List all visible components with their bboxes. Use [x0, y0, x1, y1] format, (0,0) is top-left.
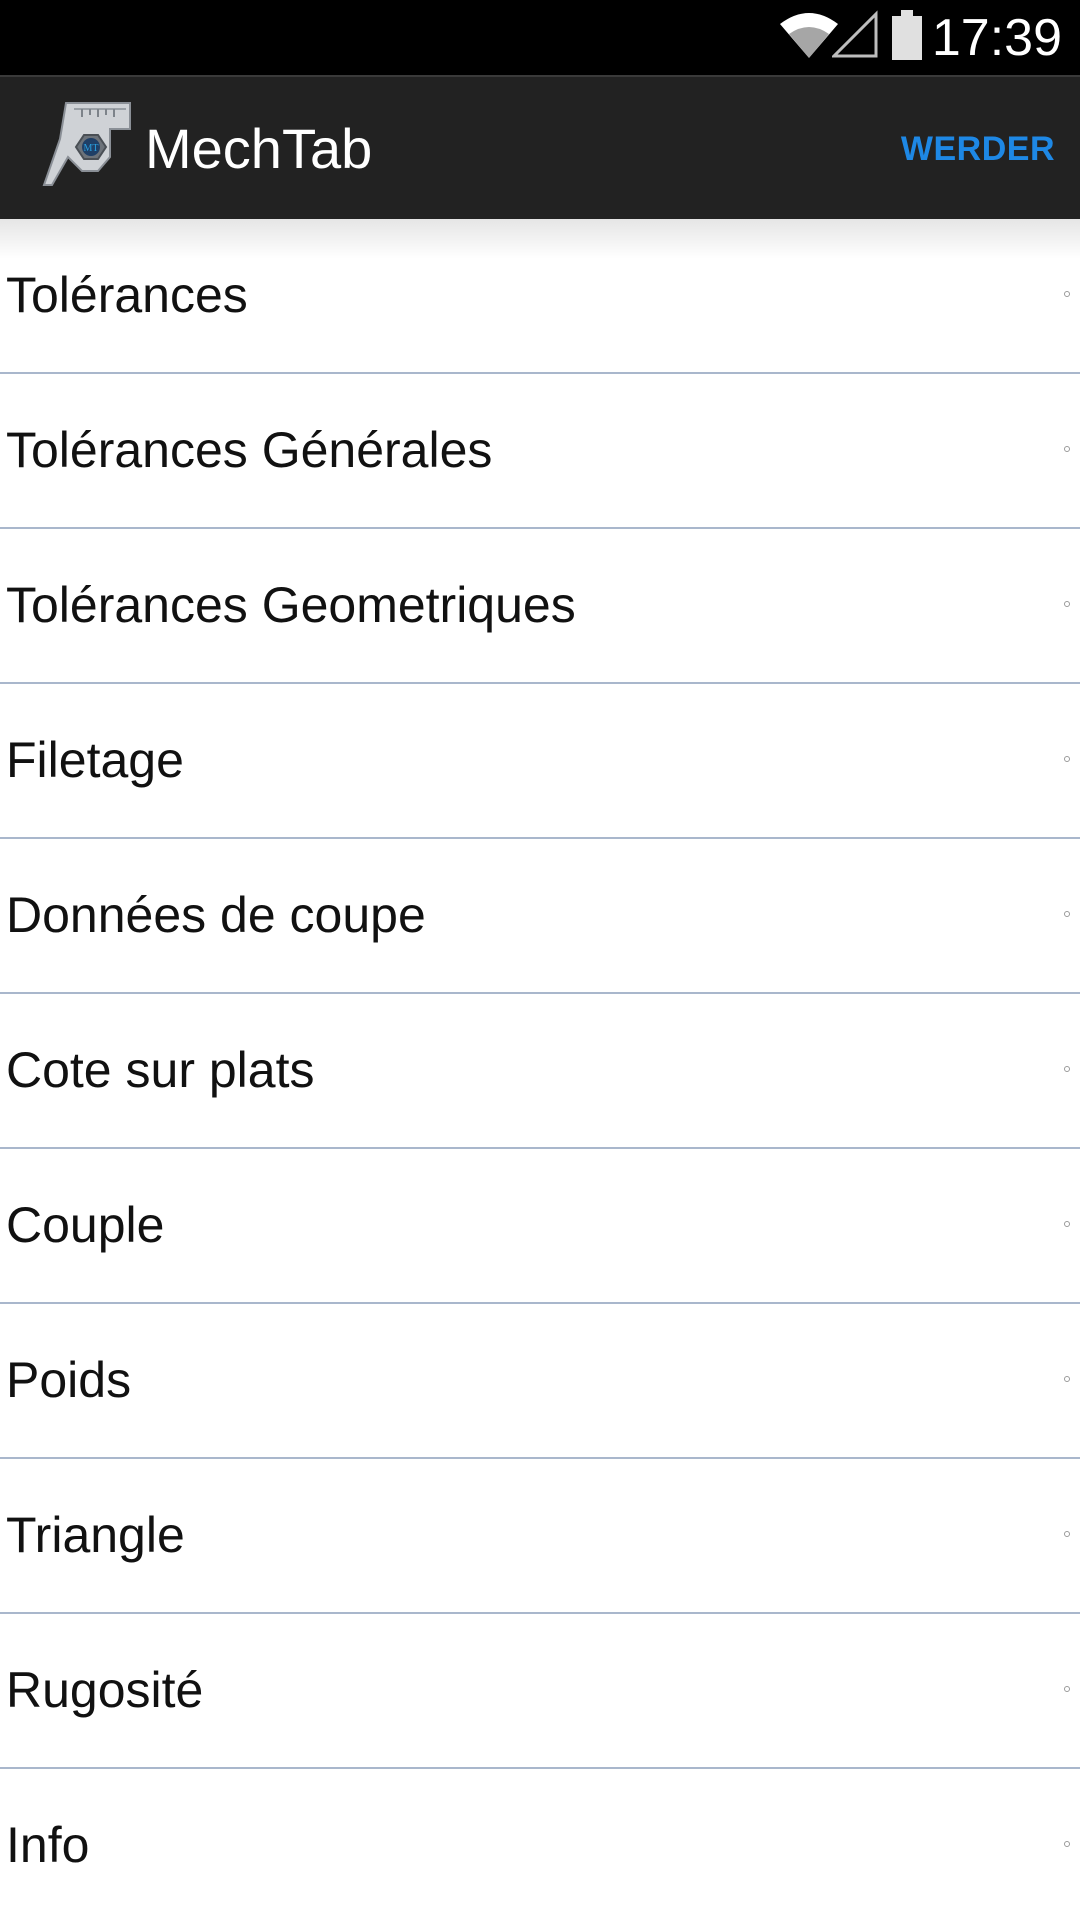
- list-item-label: Filetage: [6, 732, 184, 788]
- wifi-icon: [780, 13, 838, 58]
- list-item-label: Tolérances Générales: [6, 422, 493, 478]
- list-item-info[interactable]: Info: [0, 1769, 1080, 1924]
- app-title: MechTab: [145, 117, 373, 180]
- status-bar: 17:39: [0, 0, 1080, 75]
- list-item-dot-icon: [1064, 291, 1070, 297]
- list-item-couple[interactable]: Couple: [0, 1149, 1080, 1304]
- list-item-filetage[interactable]: Filetage: [0, 684, 1080, 839]
- list-item-dot-icon: [1064, 1841, 1070, 1847]
- logo-text: MT: [84, 143, 99, 154]
- signal-icon: [832, 10, 878, 58]
- menu-list: Tolérances Tolérances Générales Toléranc…: [0, 219, 1080, 1924]
- werder-button[interactable]: WERDER: [901, 127, 1055, 171]
- list-item-cote-sur-plats[interactable]: Cote sur plats: [0, 994, 1080, 1149]
- app-logo-icon[interactable]: MT: [38, 99, 134, 195]
- battery-icon: [892, 10, 922, 60]
- list-item-label: Triangle: [6, 1507, 185, 1563]
- list-item-donnees-de-coupe[interactable]: Données de coupe: [0, 839, 1080, 994]
- list-item-dot-icon: [1064, 1221, 1070, 1227]
- action-bar: MT MechTab WERDER: [0, 75, 1080, 219]
- list-item-dot-icon: [1064, 1531, 1070, 1537]
- list-item-triangle[interactable]: Triangle: [0, 1459, 1080, 1614]
- list-item-dot-icon: [1064, 911, 1070, 917]
- list-item-tolerances-geometriques[interactable]: Tolérances Geometriques: [0, 529, 1080, 684]
- list-item-label: Cote sur plats: [6, 1042, 315, 1098]
- list-item-label: Tolérances Geometriques: [6, 577, 576, 633]
- list-item-tolerances-generales[interactable]: Tolérances Générales: [0, 374, 1080, 529]
- list-item-rugosite[interactable]: Rugosité: [0, 1614, 1080, 1769]
- list-item-dot-icon: [1064, 601, 1070, 607]
- list-item-dot-icon: [1064, 1376, 1070, 1382]
- list-item-tolerances[interactable]: Tolérances: [0, 219, 1080, 374]
- list-item-label: Tolérances: [6, 267, 248, 323]
- list-item-dot-icon: [1064, 756, 1070, 762]
- list-item-label: Info: [6, 1817, 90, 1873]
- status-time: 17:39: [931, 9, 1062, 67]
- list-item-dot-icon: [1064, 1686, 1070, 1692]
- list-item-label: Données de coupe: [6, 887, 426, 943]
- list-item-label: Rugosité: [6, 1662, 204, 1718]
- list-item-label: Poids: [6, 1352, 132, 1408]
- list-item-label: Couple: [6, 1197, 165, 1253]
- list-item-poids[interactable]: Poids: [0, 1304, 1080, 1459]
- list-item-dot-icon: [1064, 1066, 1070, 1072]
- list-item-dot-icon: [1064, 446, 1070, 452]
